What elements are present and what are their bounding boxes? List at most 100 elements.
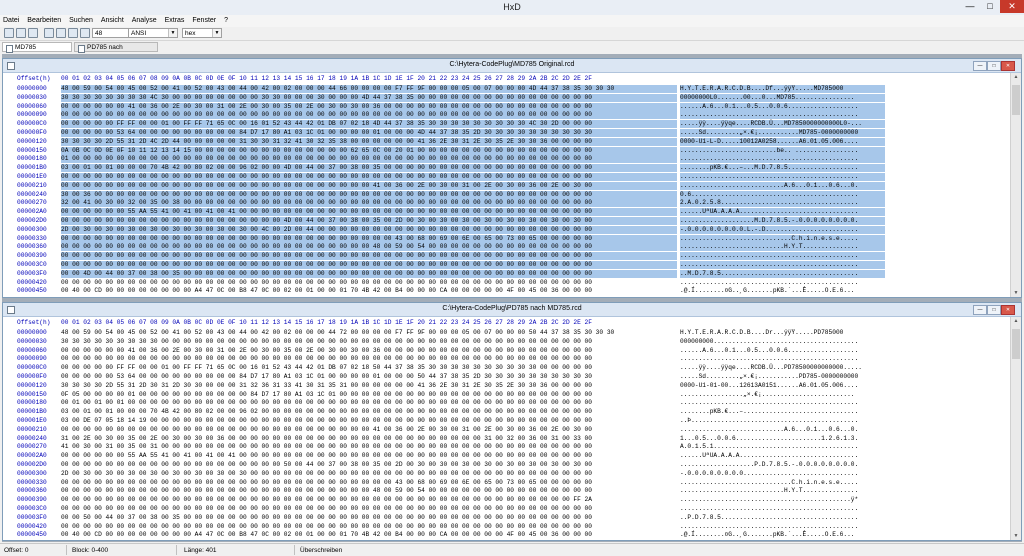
- hex-bytes[interactable]: 30 30 30 30 30 30 30 30 4C 30 00 00 00 0…: [61, 93, 677, 102]
- hex-bytes[interactable]: 2D 00 30 00 30 00 30 00 30 00 30 00 30 0…: [61, 225, 677, 234]
- doc-close-button[interactable]: ✕: [1001, 305, 1015, 315]
- hex-bytes[interactable]: 00 00 00 00 00 00 00 00 00 00 00 00 00 0…: [61, 461, 677, 469]
- ascii-text[interactable]: ....................M.D.7.8.5.-.0.0.0.0.…: [680, 217, 885, 225]
- ascii-text[interactable]: 000000000...............................…: [680, 338, 885, 346]
- hex-bytes[interactable]: 00 00 00 00 00 00 00 00 00 00 00 00 00 0…: [61, 355, 677, 363]
- menu-fenster[interactable]: Fenster: [189, 15, 219, 27]
- hex-bytes[interactable]: 00 00 00 00 00 00 41 00 36 00 2E 00 30 0…: [61, 102, 677, 111]
- ascii-text[interactable]: ......A.6...0.1...0.5...0.0.6...........…: [680, 347, 885, 355]
- hex-bytes[interactable]: 00 40 00 CD 00 00 00 00 00 00 00 00 A4 4…: [61, 531, 677, 539]
- hex-bytes[interactable]: 30 30 30 30 2D 55 31 2D 30 31 2D 30 30 0…: [61, 382, 677, 390]
- hex-bytes[interactable]: 00 00 00 00 00 00 00 00 00 00 00 00 00 0…: [61, 426, 677, 434]
- hex-bytes[interactable]: 30 30 30 30 30 30 30 30 30 00 00 00 00 0…: [61, 338, 677, 346]
- hex-bytes[interactable]: 00 00 00 00 00 00 00 00 00 00 00 00 00 0…: [61, 505, 677, 513]
- scroll-down-icon[interactable]: ▼: [1011, 532, 1021, 540]
- doc-close-button[interactable]: ✕: [1001, 61, 1015, 71]
- chevron-down-icon[interactable]: ▼: [212, 29, 221, 37]
- ascii-text[interactable]: ........................................…: [680, 523, 885, 531]
- ascii-text[interactable]: H.Y.T.E.R.A.R.C.D.B....Df...ÿÿŸ.....MD78…: [680, 85, 885, 93]
- hex-bytes[interactable]: 01 00 00 00 00 00 00 00 00 00 00 00 00 0…: [61, 155, 677, 164]
- ascii-text[interactable]: A.0.1.5.1...............................…: [680, 443, 885, 451]
- hex-bytes[interactable]: 30 00 36 00 00 00 00 00 00 00 00 00 00 0…: [61, 190, 677, 199]
- ascii-text[interactable]: 00000000L0.......00...0...MD785.........…: [680, 93, 885, 102]
- close-button[interactable]: ✕: [1000, 0, 1024, 13]
- ascii-text[interactable]: .....ÿÿ....ÿÿqe....RCDB.Û...MD7850000000…: [680, 120, 885, 129]
- hex-bytes[interactable]: 00 00 00 00 00 00 00 00 00 00 00 00 00 0…: [61, 217, 677, 225]
- hex-bytes[interactable]: 00 00 4D 00 44 00 37 00 38 00 35 00 00 0…: [61, 269, 677, 278]
- ascii-text[interactable]: ..............................C.h.i.n.e.…: [680, 234, 885, 243]
- ascii-text[interactable]: ............................A.6...0.1...…: [680, 426, 885, 434]
- vertical-scrollbar[interactable]: ▲ ▼: [1010, 317, 1021, 540]
- doc-maximize-button[interactable]: □: [987, 305, 1001, 315]
- hex-bytes[interactable]: 00 01 00 01 00 01 00 00 00 00 00 00 00 0…: [61, 399, 677, 407]
- ascii-text[interactable]: ............................A.6...0.1...…: [680, 181, 885, 190]
- hex-bytes[interactable]: 48 00 59 00 54 00 45 00 52 00 41 00 52 0…: [61, 329, 677, 337]
- hex-bytes[interactable]: 0A 0B 0C 0D 0E 0F 10 11 12 13 14 15 00 0…: [61, 146, 677, 155]
- ascii-text[interactable]: -.0.0.0.0.0.0.0.0.......................…: [680, 470, 885, 478]
- hex-bytes[interactable]: 00 00 00 00 00 00 00 00 00 00 00 00 00 0…: [61, 479, 677, 487]
- ascii-text[interactable]: H.Y.T.E.R.A.R.C.D.B....Dr...ÿÿŸ.....PD78…: [680, 329, 885, 337]
- ascii-text[interactable]: .................„×.€¡..................…: [680, 391, 885, 399]
- tab-pd785-nach-md785[interactable]: PD785 nach MD785.rcd: [74, 42, 158, 61]
- ascii-text[interactable]: .....ÿÿ....ÿÿqe....RCDB.Û...PD7850000000…: [680, 364, 885, 372]
- ascii-text[interactable]: ..Þ.....................................…: [680, 417, 885, 425]
- doc-minimize-button[interactable]: —: [973, 305, 987, 315]
- ascii-text[interactable]: ........................................…: [680, 355, 885, 363]
- hex-bytes[interactable]: 41 00 30 00 31 00 35 00 31 00 00 00 00 0…: [61, 443, 677, 451]
- hex-editor-view[interactable]: Offset(h) 00 01 02 03 04 05 06 07 08 09 0…: [3, 73, 1011, 297]
- print-icon[interactable]: [44, 28, 54, 38]
- ascii-text[interactable]: ............................H.Y.T.......…: [680, 487, 885, 495]
- hex-bytes[interactable]: 00 40 00 CD 00 00 00 00 00 00 00 00 A4 4…: [61, 287, 677, 295]
- ascii-text[interactable]: -.0.0.0.0.0.0.0.0.L.-.D.................…: [680, 225, 885, 234]
- hex-bytes[interactable]: 00 00 00 00 00 00 55 AA 55 41 00 41 00 4…: [61, 452, 677, 460]
- vertical-scrollbar[interactable]: ▲ ▼: [1010, 73, 1021, 297]
- scroll-thumb[interactable]: [1012, 85, 1020, 115]
- hex-bytes[interactable]: 00 00 00 00 00 00 00 00 00 00 00 00 00 0…: [61, 523, 677, 531]
- ascii-text[interactable]: ........................................…: [680, 252, 885, 261]
- ascii-text[interactable]: ........pKB.€...–.......................…: [680, 408, 885, 416]
- hex-editor-view[interactable]: Offset(h) 00 01 02 03 04 05 06 07 08 09 0…: [3, 317, 1011, 540]
- tab-md785-original[interactable]: MD785 Original.rcd: [2, 42, 72, 61]
- menu-help[interactable]: ?: [221, 15, 231, 27]
- ascii-text[interactable]: ....................P.D.7.8.5.-.0.0.0.0.…: [680, 461, 885, 469]
- ascii-text[interactable]: ........................................…: [680, 155, 885, 164]
- new-file-icon[interactable]: [4, 28, 14, 38]
- hex-bytes[interactable]: 00 00 00 00 00 00 00 00 00 00 00 00 00 0…: [61, 234, 677, 243]
- save-icon[interactable]: [28, 28, 38, 38]
- ascii-text[interactable]: ..........................be.. .........…: [680, 146, 885, 155]
- hex-bytes[interactable]: 0F 05 00 00 00 00 01 00 00 00 00 00 00 0…: [61, 391, 677, 399]
- menu-bearbeiten[interactable]: Bearbeiten: [24, 15, 64, 27]
- hex-bytes[interactable]: 00 00 00 00 00 00 00 00 00 00 00 00 00 0…: [61, 243, 677, 252]
- ascii-text[interactable]: ........................................…: [680, 496, 885, 504]
- menu-analyse[interactable]: Analyse: [129, 15, 160, 27]
- minimize-button[interactable]: —: [960, 0, 980, 13]
- menu-datei[interactable]: Datei: [0, 15, 22, 27]
- hex-bytes[interactable]: 48 00 59 00 54 00 45 00 52 00 41 00 52 0…: [61, 85, 677, 93]
- hex-bytes[interactable]: 00 00 50 00 44 00 37 00 38 00 35 00 00 0…: [61, 514, 677, 522]
- ascii-text[interactable]: 0000-U1-L-D.....10012A0258......A6.01.05…: [680, 137, 885, 146]
- hex-bytes[interactable]: 32 00 41 00 30 00 32 00 35 00 38 00 00 0…: [61, 199, 677, 208]
- ascii-text[interactable]: ......UªUA.A.A.A........................…: [680, 208, 885, 217]
- hex-bytes[interactable]: 03 00 01 00 01 00 00 00 70 4B 42 00 80 0…: [61, 164, 677, 173]
- hex-bytes[interactable]: 00 00 00 00 00 53 64 00 00 00 00 00 00 0…: [61, 129, 677, 137]
- ascii-text[interactable]: 0.6.....................................…: [680, 190, 885, 199]
- offset-base-select[interactable]: hex ▼: [182, 28, 222, 38]
- ascii-text[interactable]: 0000-U1-01-00...12613A0151......A6.01.05…: [680, 382, 885, 390]
- ascii-text[interactable]: ........pKB.€...–...M.D.7.8.5...........…: [680, 164, 885, 173]
- hex-bytes[interactable]: 00 00 00 00 00 00 00 00 00 00 00 00 00 0…: [61, 487, 677, 495]
- menu-extras[interactable]: Extras: [162, 15, 188, 27]
- scroll-thumb[interactable]: [1012, 329, 1020, 359]
- hex-bytes[interactable]: 00 00 00 00 00 00 41 00 36 00 2E 00 30 0…: [61, 347, 677, 355]
- doc-minimize-button[interactable]: —: [973, 61, 987, 71]
- chevron-down-icon[interactable]: ▼: [168, 29, 177, 37]
- hex-bytes[interactable]: 31 00 2E 00 30 00 35 00 2E 00 30 00 30 0…: [61, 435, 677, 443]
- ascii-text[interactable]: ........................................…: [680, 399, 885, 407]
- hex-bytes[interactable]: 00 00 00 00 00 00 55 AA 55 41 00 41 00 4…: [61, 208, 677, 217]
- ascii-text[interactable]: ........................................…: [680, 111, 885, 120]
- scroll-up-icon[interactable]: ▲: [1011, 317, 1021, 325]
- hex-bytes[interactable]: 00 00 00 00 00 00 00 00 00 00 00 00 00 0…: [61, 261, 677, 269]
- open-file-icon[interactable]: [16, 28, 26, 38]
- ascii-text[interactable]: ........................................…: [680, 173, 885, 181]
- ascii-text[interactable]: .@.Í........¤G..¸G.......pKB.´...Ê.....O…: [680, 287, 885, 295]
- ascii-text[interactable]: .....Sd.........„×.€¡...........PD785-00…: [680, 373, 885, 381]
